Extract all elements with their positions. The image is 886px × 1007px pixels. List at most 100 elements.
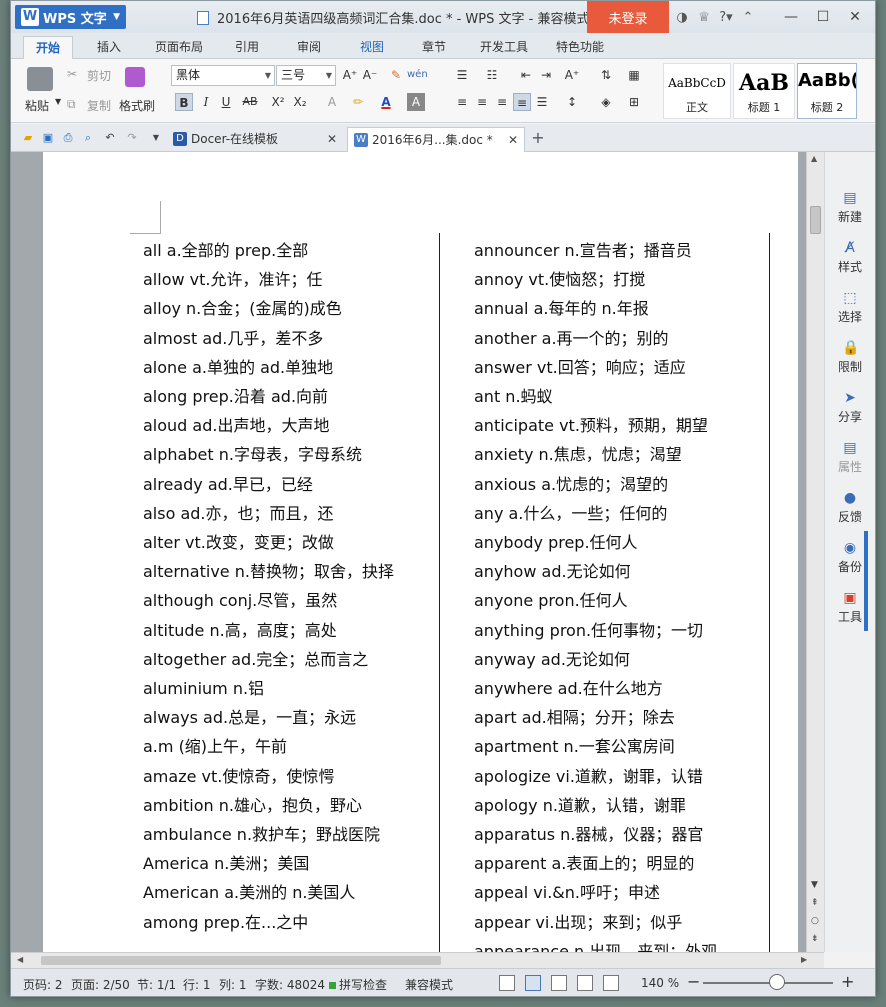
next-page-icon[interactable]: ⇟ — [811, 934, 819, 944]
style-normal[interactable]: AaBbCcD 正文 — [663, 63, 731, 119]
style-heading-1[interactable]: AaB 标题 1 — [733, 63, 795, 119]
vocab-entry[interactable]: anyone pron.任何人 — [474, 586, 717, 615]
tab-references[interactable]: 引用 — [223, 36, 271, 59]
font-color-icon[interactable]: A — [377, 93, 395, 111]
align-right-icon[interactable]: ≡ — [493, 93, 511, 111]
strikethrough-button[interactable]: AB — [241, 93, 259, 111]
paste-dropdown-icon[interactable]: ▼ — [55, 97, 61, 106]
vocab-entry[interactable]: anything pron.任何事物；一切 — [474, 616, 717, 645]
font-name-select[interactable]: 黑体 ▼ — [171, 65, 275, 86]
vocab-entry[interactable]: another a.再一个的；别的 — [474, 324, 717, 353]
vocab-entry[interactable]: also ad.亦，也；而且，还 — [143, 499, 398, 528]
vocab-entry[interactable]: alternative n.替换物；取舍，抉择 — [143, 557, 398, 586]
save-icon[interactable]: ▣ — [41, 131, 55, 145]
redo-icon[interactable]: ↷ — [125, 131, 139, 145]
vocab-entry[interactable]: apparent a.表面上的；明显的 — [474, 849, 717, 878]
page-view-icon[interactable] — [525, 975, 541, 991]
vocab-entry[interactable]: apologize vi.道歉，谢罪，认错 — [474, 762, 717, 791]
vocab-entry[interactable]: among prep.在...之中 — [143, 908, 398, 937]
scroll-thumb[interactable] — [810, 206, 821, 234]
tab-docer-templates[interactable]: D Docer-在线模板 ✕ — [167, 127, 343, 152]
close-icon[interactable]: ✕ — [508, 128, 518, 152]
copy-button[interactable]: 复制 — [87, 97, 111, 114]
zoom-out-icon[interactable]: − — [687, 972, 700, 991]
horizontal-scrollbar[interactable]: ◀ ▶ — [11, 952, 824, 968]
highlight-icon[interactable]: ✏ — [349, 93, 367, 111]
hscroll-thumb[interactable] — [41, 956, 441, 965]
tab-insert[interactable]: 插入 — [85, 36, 133, 59]
vocab-entry[interactable]: appearance n.出现，来到；外观 — [474, 937, 717, 952]
line-spacing-icon[interactable]: ↕ — [563, 93, 581, 111]
justify-icon[interactable]: ≡ — [513, 93, 531, 111]
vocab-entry[interactable]: anywhere ad.在什么地方 — [474, 674, 717, 703]
underline-button[interactable]: U — [217, 93, 235, 111]
scroll-down-icon[interactable]: ▼ — [811, 880, 818, 890]
full-screen-view-icon[interactable] — [499, 975, 515, 991]
vocab-entry[interactable]: alter vt.改变，变更；改做 — [143, 528, 398, 557]
zoom-level[interactable]: 140 % — [641, 976, 679, 990]
vocab-entry[interactable]: all a.全部的 prep.全部 — [143, 236, 398, 265]
vocab-entry[interactable]: anxious a.忧虑的；渴望的 — [474, 470, 717, 499]
paste-icon[interactable] — [27, 67, 53, 91]
vocab-entry[interactable]: ambition n.雄心，抱负，野心 — [143, 791, 398, 820]
vocab-entry[interactable]: apart ad.相隔；分开；除去 — [474, 703, 717, 732]
vocab-entry[interactable]: annual a.每年的 n.年报 — [474, 294, 717, 323]
scroll-right-icon[interactable]: ▶ — [801, 955, 807, 964]
shirt-icon[interactable]: ♕ — [693, 10, 715, 25]
quick-access-dropdown-icon[interactable]: ▼ — [149, 131, 163, 145]
sidebar-item-style[interactable]: A̸ 样式 — [825, 240, 875, 275]
reading-view-icon[interactable] — [603, 975, 619, 991]
vocab-entry[interactable]: alloy n.合金；(金属的)成色 — [143, 294, 398, 323]
zoom-in-icon[interactable]: + — [841, 972, 854, 991]
vocab-entry[interactable]: anxiety n.焦虑，忧虑；渴望 — [474, 440, 717, 469]
paste-button[interactable]: 粘贴 — [25, 97, 49, 114]
print-icon[interactable]: ⎙ — [61, 131, 75, 145]
open-icon[interactable]: ▰ — [21, 131, 35, 145]
tab-view[interactable]: 视图 — [348, 36, 396, 59]
app-menu-button[interactable]: W WPS 文字 ▼ — [15, 5, 126, 29]
vertical-scrollbar[interactable]: ▲ ▼ ⇞ ○ ⇟ — [806, 152, 824, 952]
format-painter-icon[interactable] — [125, 67, 145, 87]
print-preview-icon[interactable]: ⌕ — [81, 131, 95, 145]
grow-font-icon[interactable]: A⁺ — [341, 66, 359, 84]
tab-page-layout[interactable]: 页面布局 — [143, 36, 215, 59]
vocab-entry[interactable]: anyhow ad.无论如何 — [474, 557, 717, 586]
scroll-left-icon[interactable]: ◀ — [17, 955, 23, 964]
change-case-icon[interactable]: A⁺ — [563, 66, 581, 84]
vocab-entry[interactable]: a.m (缩)上午，午前 — [143, 732, 398, 761]
clear-format-icon[interactable]: ✎ — [387, 66, 405, 84]
vocab-entry[interactable]: always ad.总是，一直；永远 — [143, 703, 398, 732]
collapse-ribbon-icon[interactable]: ⌃ — [737, 10, 759, 25]
tab-developer[interactable]: 开发工具 — [468, 36, 540, 59]
tab-review[interactable]: 审阅 — [285, 36, 333, 59]
vocab-entry[interactable]: allow vt.允许，准许；任 — [143, 265, 398, 294]
skin-icon[interactable]: ◑ — [671, 10, 693, 25]
vocab-entry[interactable]: alone a.单独的 ad.单独地 — [143, 353, 398, 382]
vocab-entry[interactable]: altitude n.高，高度；高处 — [143, 616, 398, 645]
numbered-list-icon[interactable]: ☷ — [483, 66, 501, 84]
vocab-entry[interactable]: any a.什么，一些；任何的 — [474, 499, 717, 528]
close-icon[interactable]: ✕ — [327, 127, 337, 151]
cut-icon[interactable]: ✂ — [67, 67, 77, 81]
style-heading-2[interactable]: AaBb( 标题 2 — [797, 63, 857, 119]
sort-icon[interactable]: ⇅ — [597, 66, 615, 84]
vocab-entry[interactable]: already ad.早已，已经 — [143, 470, 398, 499]
sidebar-item-feedback[interactable]: ● 反馈 — [825, 490, 875, 525]
prev-page-icon[interactable]: ⇞ — [811, 898, 819, 908]
document-page[interactable]: all a.全部的 prep.全部 allow vt.允许，准许；任 alloy n… — [43, 152, 798, 952]
vocab-entry[interactable]: altogether ad.完全；总而言之 — [143, 645, 398, 674]
align-left-icon[interactable]: ≡ — [453, 93, 471, 111]
vocab-entry[interactable]: anticipate vt.预料，预期，期望 — [474, 411, 717, 440]
sidebar-item-select[interactable]: ⬚ 选择 — [825, 290, 875, 325]
shading-icon[interactable]: ◈ — [597, 93, 615, 111]
font-size-select[interactable]: 三号 ▼ — [276, 65, 336, 86]
vocab-entry[interactable]: announcer n.宣告者；播音员 — [474, 236, 717, 265]
sidebar-item-properties[interactable]: ▤ 属性 — [825, 440, 875, 475]
vocab-entry[interactable]: apology n.道歉，认错，谢罪 — [474, 791, 717, 820]
subscript-button[interactable]: X₂ — [291, 93, 309, 111]
border-icon[interactable]: ⊞ — [625, 93, 643, 111]
status-page[interactable]: 页面: 2/50 — [71, 976, 130, 993]
new-tab-icon[interactable]: + — [531, 130, 545, 146]
decrease-indent-icon[interactable]: ⇤ — [517, 66, 535, 84]
sidebar-item-new-doc[interactable]: ▤ 新建 — [825, 190, 875, 225]
